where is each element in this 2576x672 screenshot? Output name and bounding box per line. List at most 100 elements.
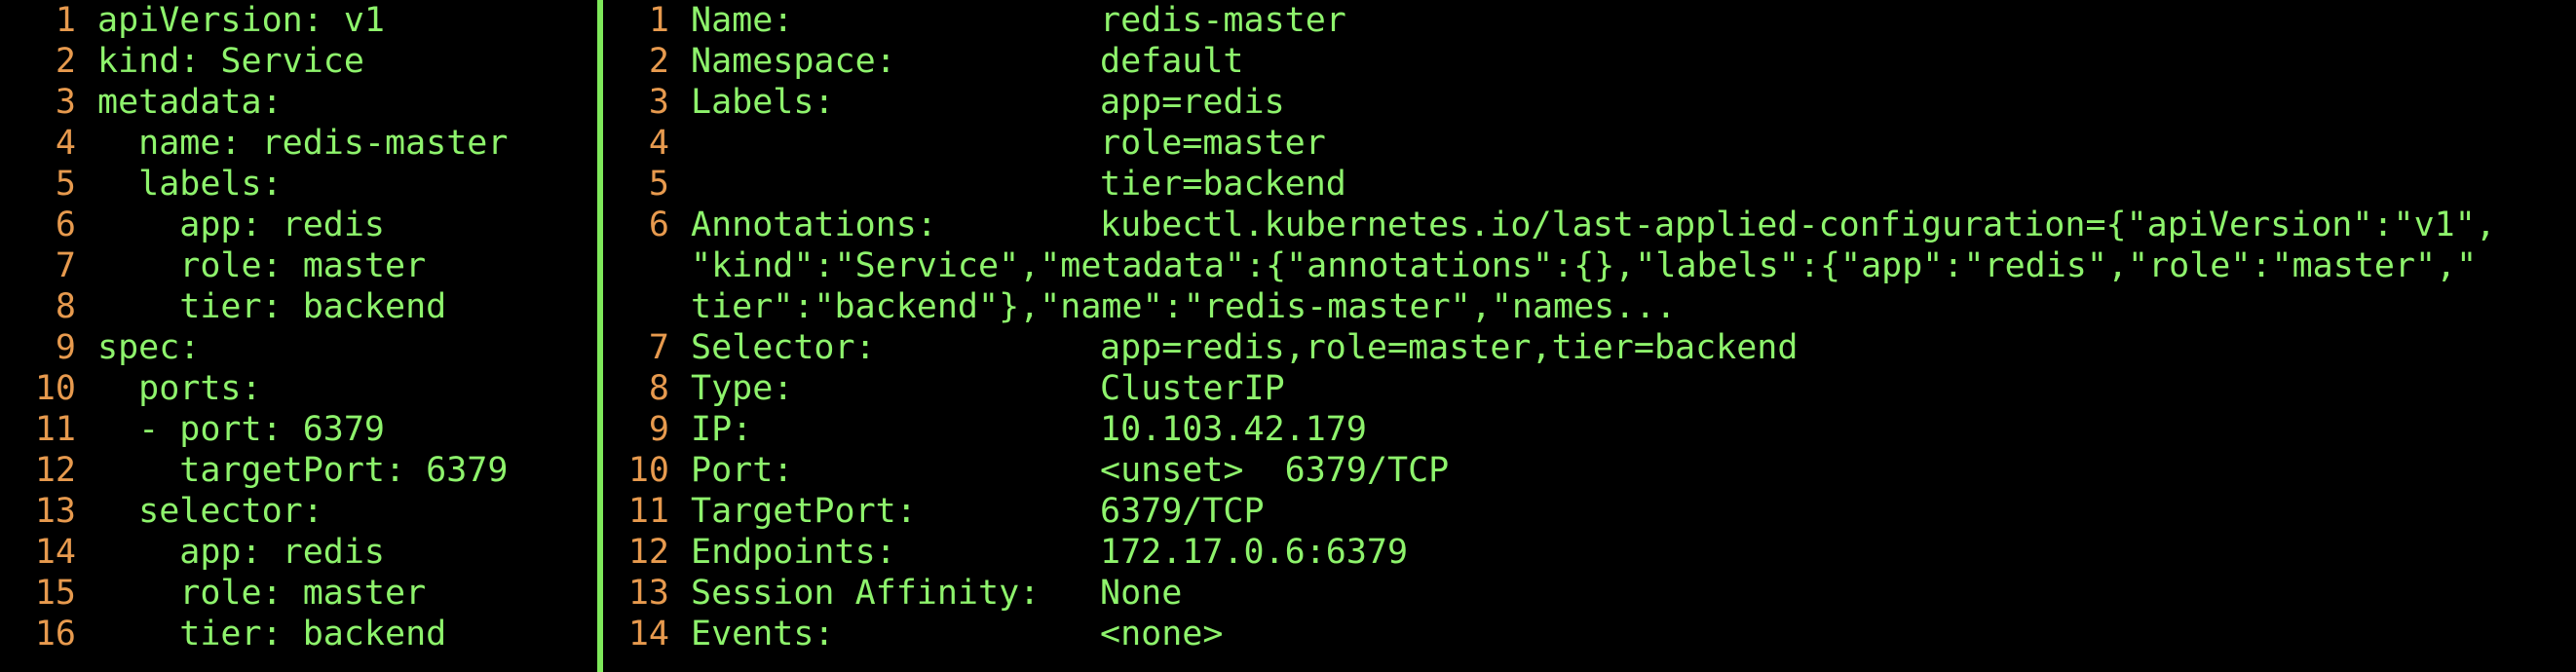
- describe-line: 8 Type: ClusterIP: [611, 368, 2576, 409]
- yaml-code-view: 1 apiVersion: v1 2 kind: Service 3 metadata…: [0, 0, 587, 654]
- field-value: app=redis: [1100, 83, 1285, 122]
- field-key: Type:: [691, 369, 794, 408]
- line-number: 12: [34, 451, 76, 490]
- code-text: - port: 6379: [97, 410, 386, 449]
- code-text: kind: Service: [97, 42, 364, 81]
- line-number: 13: [627, 574, 669, 613]
- line-number: 6: [648, 205, 669, 244]
- field-value: kubectl.kubernetes.io/last-applied-confi…: [1100, 205, 2496, 244]
- field-key: TargetPort:: [691, 492, 917, 531]
- describe-line: 4 role=master: [611, 123, 2576, 164]
- code-line: 2 kind: Service: [0, 41, 587, 82]
- line-number: 7: [648, 328, 669, 367]
- field-value: role=master: [1100, 124, 1326, 163]
- code-line: 7 role: master: [0, 245, 587, 286]
- describe-line: 3 Labels: app=redis: [611, 82, 2576, 123]
- field-key: [691, 123, 1100, 164]
- field-value: default: [1100, 42, 1244, 81]
- describe-line: 12 Endpoints: 172.17.0.6:6379: [611, 532, 2576, 573]
- code-line: 11 - port: 6379: [0, 409, 587, 450]
- field-value: 6379/TCP: [1100, 492, 1265, 531]
- line-number: 6: [55, 205, 76, 244]
- field-key: Port:: [691, 451, 794, 490]
- code-line: 9 spec:: [0, 327, 587, 368]
- pane-divider-bar[interactable]: [597, 0, 603, 672]
- code-text: app: redis: [97, 533, 386, 572]
- describe-line: 11 TargetPort: 6379/TCP: [611, 491, 2576, 532]
- code-line: 8 tier: backend: [0, 286, 587, 327]
- code-line: 5 labels:: [0, 164, 587, 205]
- code-text: ports:: [97, 369, 262, 408]
- line-number: 3: [648, 83, 669, 122]
- code-text: labels:: [97, 165, 283, 204]
- line-number: 9: [55, 328, 76, 367]
- describe-output-pane[interactable]: 1 Name: redis-master 2 Namespace: default 3L…: [611, 0, 2576, 672]
- describe-line: 2 Namespace: default: [611, 41, 2576, 82]
- code-line: 13 selector:: [0, 491, 587, 532]
- code-line: 1 apiVersion: v1: [0, 0, 587, 41]
- field-value: None: [1100, 574, 1183, 613]
- line-number: 10: [34, 369, 76, 408]
- describe-line: 6 Annotations: kubectl.kubernetes.io/last-…: [611, 205, 2576, 245]
- field-value: tier=backend: [1100, 165, 1346, 204]
- line-number: 4: [55, 124, 76, 163]
- field-key: Events:: [691, 615, 835, 653]
- code-text: name: redis-master: [97, 124, 509, 163]
- line-number: 14: [34, 533, 76, 572]
- wrapped-text: tier":"backend"},"name":"redis-master","…: [691, 287, 1677, 326]
- line-number: 14: [627, 615, 669, 653]
- code-line: 10 ports:: [0, 368, 587, 409]
- code-text: targetPort: 6379: [97, 451, 509, 490]
- code-text: selector:: [97, 492, 323, 531]
- code-line: 3 metadata:: [0, 82, 587, 123]
- yaml-editor-pane[interactable]: 1 apiVersion: v1 2 kind: Service 3 metadata…: [0, 0, 587, 672]
- field-value: 172.17.0.6:6379: [1100, 533, 1409, 572]
- code-line: 12 targetPort: 6379: [0, 450, 587, 491]
- field-value: 10.103.42.179: [1100, 410, 1367, 449]
- code-text: app: redis: [97, 205, 386, 244]
- field-value: <unset> 6379/TCP: [1100, 451, 1450, 490]
- code-text: role: master: [97, 574, 427, 613]
- describe-line: 7 Selector: app=redis,role=master,tier=bac…: [611, 327, 2576, 368]
- code-line: 6 app: redis: [0, 205, 587, 245]
- field-key: Labels:: [691, 83, 835, 122]
- describe-line: 10 Port: <unset> 6379/TCP: [611, 450, 2576, 491]
- pane-divider[interactable]: [587, 0, 611, 672]
- code-text: tier: backend: [97, 615, 447, 653]
- line-number: 3: [55, 83, 76, 122]
- line-number: 16: [34, 615, 76, 653]
- field-value: ClusterIP: [1100, 369, 1285, 408]
- field-key: Session Affinity:: [691, 574, 1041, 613]
- line-number: 1: [55, 1, 76, 40]
- field-key: IP:: [691, 410, 753, 449]
- line-number: 8: [648, 369, 669, 408]
- line-number: 8: [55, 287, 76, 326]
- code-text: metadata:: [97, 83, 283, 122]
- field-key: Namespace:: [691, 42, 896, 81]
- field-key: Selector:: [691, 328, 876, 367]
- code-text: role: master: [97, 246, 427, 285]
- code-text: spec:: [97, 328, 201, 367]
- code-line: 4 name: redis-master: [0, 123, 587, 164]
- line-number: 11: [34, 410, 76, 449]
- line-number: 10: [627, 451, 669, 490]
- describe-line: 9 IP: 10.103.42.179: [611, 409, 2576, 450]
- code-line: 15 role: master: [0, 573, 587, 614]
- wrapped-text: "kind":"Service","metadata":{"annotation…: [691, 246, 2478, 285]
- field-key: Endpoints:: [691, 533, 896, 572]
- field-key: [691, 164, 1100, 205]
- code-text: tier: backend: [97, 287, 447, 326]
- field-value: redis-master: [1100, 1, 1346, 40]
- describe-output-view: 1 Name: redis-master 2 Namespace: default 3L…: [611, 0, 2576, 654]
- field-value: app=redis,role=master,tier=backend: [1100, 328, 1799, 367]
- describe-line: 13 Session Affinity: None: [611, 573, 2576, 614]
- line-number: 9: [648, 410, 669, 449]
- line-number: 13: [34, 492, 76, 531]
- describe-line: 14 Events: <none>: [611, 614, 2576, 654]
- line-number: 7: [55, 246, 76, 285]
- line-number: 4: [648, 124, 669, 163]
- code-text: apiVersion: v1: [97, 1, 386, 40]
- line-number: 2: [55, 42, 76, 81]
- describe-line: 5 tier=backend: [611, 164, 2576, 205]
- describe-line: 1 Name: redis-master: [611, 0, 2576, 41]
